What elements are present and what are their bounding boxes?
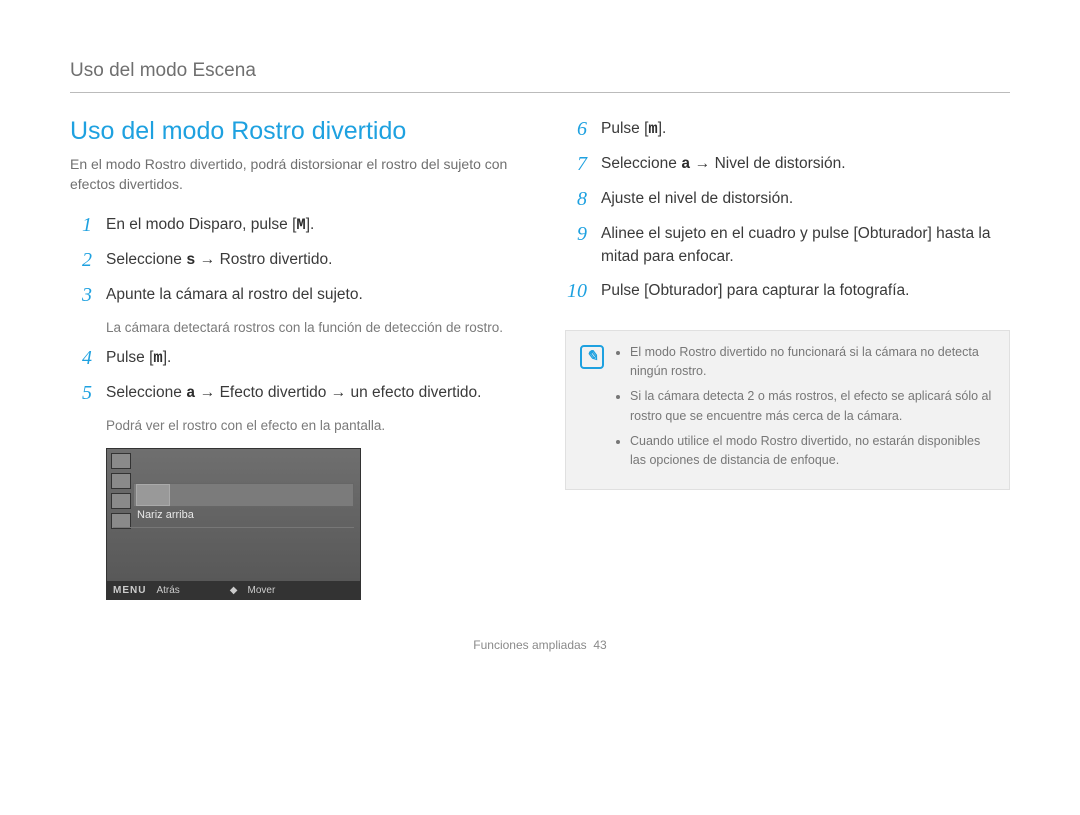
footer-section: Funciones ampliadas (473, 638, 586, 652)
content-columns: Uso del modo Rostro divertido En el modo… (70, 117, 1010, 600)
step-body: Alinee el sujeto en el cuadro y pulse [O… (601, 222, 1010, 269)
step-text-after: → Nivel de distorsión. (690, 155, 845, 172)
step-10: 10 Pulse [Obturador] para capturar la fo… (565, 279, 1010, 304)
intro-text: En el modo Rostro divertido, podrá disto… (70, 154, 515, 195)
step-number: 6 (565, 117, 587, 142)
section-title: Uso del modo Rostro divertido (70, 117, 515, 146)
screen-divider (113, 527, 354, 528)
step-body: En el modo Disparo, pulse [M]. (106, 213, 515, 238)
step-7: 7 Seleccione a → Nivel de distorsión. (565, 152, 1010, 177)
step-body: Pulse [m]. (106, 346, 515, 371)
right-column: 6 Pulse [m]. 7 Seleccione a → Nivel de d… (565, 117, 1010, 600)
step-number: 5 (70, 381, 92, 406)
step-6: 6 Pulse [m]. (565, 117, 1010, 142)
step-body: Apunte la cámara al rostro del sujeto. (106, 283, 515, 308)
back-label: Atrás (156, 585, 179, 596)
step-text: Seleccione (106, 251, 186, 268)
step-text-after: ]. (163, 349, 172, 366)
step-9: 9 Alinee el sujeto en el cuadro y pulse … (565, 222, 1010, 269)
step-number: 9 (565, 222, 587, 269)
left-step-list-cont: 4 Pulse [m]. 5 Seleccione a → Efecto div… (70, 346, 515, 406)
step-number: 3 (70, 283, 92, 308)
step-body: Seleccione s → Rostro divertido. (106, 248, 515, 273)
step-8: 8 Ajuste el nivel de distorsión. (565, 187, 1010, 212)
step-number: 4 (70, 346, 92, 371)
effect-thumb (136, 484, 170, 506)
note-item: El modo Rostro divertido no funcionará s… (630, 343, 995, 382)
effect-thumb-row (133, 483, 354, 507)
page-footer: Funciones ampliadas 43 (70, 638, 1010, 652)
footer-page-number: 43 (593, 638, 606, 652)
step-text-after: ]. (306, 216, 315, 233)
step-3: 3 Apunte la cámara al rostro del sujeto. (70, 283, 515, 308)
camera-screen-mock: Nariz arriba MENU Atrás ◆ Mover (106, 448, 361, 600)
step-5: 5 Seleccione a → Efecto divertido → un e… (70, 381, 515, 406)
note-list: El modo Rostro divertido no funcionará s… (616, 343, 995, 477)
effect-set-icon (111, 473, 131, 489)
note-item: Cuando utilice el modo Rostro divertido,… (630, 432, 995, 471)
diamond-icon: ◆ (230, 585, 238, 596)
step-text-after: ]. (658, 120, 667, 137)
menu-label: MENU (113, 585, 146, 596)
step-text: Seleccione (601, 155, 681, 172)
step-number: 2 (70, 248, 92, 273)
effect-label: Nariz arriba (137, 509, 194, 521)
step-2: 2 Seleccione s → Rostro divertido. (70, 248, 515, 273)
mode-icon: M (296, 214, 305, 237)
screen-bottom-bar: MENU Atrás ◆ Mover (107, 581, 360, 599)
step-3-note: La cámara detectará rostros con la funci… (106, 318, 515, 338)
step-body: Ajuste el nivel de distorsión. (601, 187, 1010, 212)
face-mode-icon (111, 453, 131, 469)
left-step-list: 1 En el modo Disparo, pulse [M]. 2 Selec… (70, 213, 515, 308)
step-4: 4 Pulse [m]. (70, 346, 515, 371)
step-body: Seleccione a → Nivel de distorsión. (601, 152, 1010, 177)
screen-side-icons (111, 453, 131, 529)
note-icon: ✎ (580, 345, 604, 369)
note-item: Si la cámara detecta 2 o más rostros, el… (630, 387, 995, 426)
step-text: Seleccione (106, 384, 186, 401)
step-5-note: Podrá ver el rostro con el efecto en la … (106, 416, 515, 436)
right-step-list: 6 Pulse [m]. 7 Seleccione a → Nivel de d… (565, 117, 1010, 304)
step-1: 1 En el modo Disparo, pulse [M]. (70, 213, 515, 238)
step-body: Pulse [m]. (601, 117, 1010, 142)
move-label: Mover (248, 585, 276, 596)
step-number: 7 (565, 152, 587, 177)
step-text-after: → Efecto divertido → un efecto divertido… (195, 384, 481, 401)
step-text: Pulse [ (601, 120, 648, 137)
menu-icon: m (153, 347, 162, 370)
left-column: Uso del modo Rostro divertido En el modo… (70, 117, 515, 600)
breadcrumb: Uso del modo Escena (70, 60, 1010, 93)
step-number: 1 (70, 213, 92, 238)
step-text: Pulse [ (106, 349, 153, 366)
step-body: Seleccione a → Efecto divertido → un efe… (106, 381, 515, 406)
size-icon (111, 493, 131, 509)
step-text: En el modo Disparo, pulse [ (106, 216, 296, 233)
menu-icon: m (648, 118, 657, 141)
step-number: 8 (565, 187, 587, 212)
step-text-after: → Rostro divertido. (195, 251, 332, 268)
step-body: Pulse [Obturador] para capturar la fotog… (601, 279, 1010, 304)
note-box: ✎ El modo Rostro divertido no funcionará… (565, 330, 1010, 490)
step-number: 10 (565, 279, 587, 304)
